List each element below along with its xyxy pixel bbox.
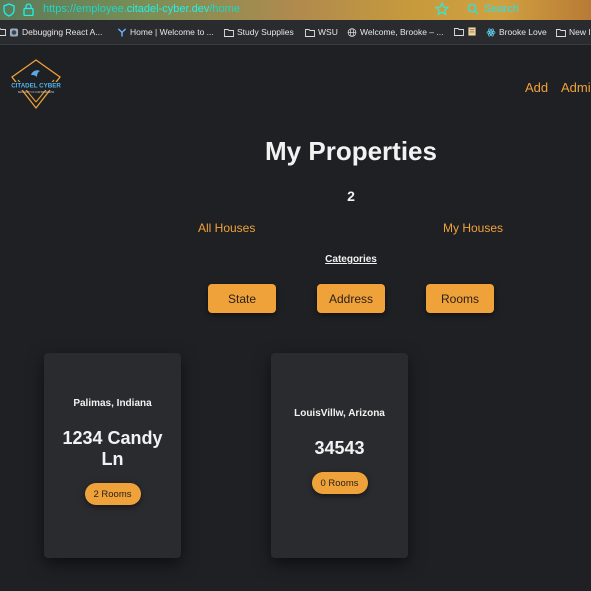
bookmark-label: WSU bbox=[318, 27, 338, 37]
y-logo-icon bbox=[117, 27, 127, 37]
url-path: /home bbox=[209, 3, 240, 15]
rooms-badge[interactable]: 2 Rooms bbox=[84, 483, 141, 505]
bookmark-debugging-react[interactable]: Debugging React A... bbox=[9, 27, 102, 37]
bookmark-home-welcome[interactable]: Home | Welcome to ... bbox=[117, 27, 214, 37]
globe-icon bbox=[347, 27, 357, 37]
bookmark-label: Brooke Love bbox=[499, 27, 547, 37]
nav-admin-link[interactable]: Admin bbox=[561, 80, 591, 95]
property-address: 1234 Candy Ln bbox=[62, 428, 163, 469]
bookmark-folder-unnamed[interactable] bbox=[454, 27, 480, 36]
url-field[interactable]: https://employee.citadel-cyber.dev/home bbox=[43, 3, 240, 15]
tab-all-houses[interactable]: All Houses bbox=[198, 221, 255, 235]
folder-icon bbox=[0, 28, 6, 36]
bookmark-label: New I bbox=[569, 27, 591, 37]
search-label[interactable]: Search bbox=[484, 3, 519, 15]
folder-icon bbox=[556, 28, 566, 37]
lock-icon[interactable] bbox=[23, 3, 34, 16]
tab-my-houses[interactable]: My Houses bbox=[443, 221, 503, 235]
rooms-badge[interactable]: 0 Rooms bbox=[311, 472, 368, 494]
bookmark-welcome-brooke[interactable]: Welcome, Brooke – ... bbox=[347, 27, 443, 37]
filter-state-button[interactable]: State bbox=[208, 284, 276, 313]
bookmark-label: Debugging React A... bbox=[22, 27, 103, 37]
bookmark-new[interactable]: New I bbox=[556, 27, 591, 37]
shield-icon[interactable] bbox=[3, 3, 15, 17]
browser-url-bar: https://employee.citadel-cyber.dev/home … bbox=[0, 0, 591, 20]
property-address: 34543 bbox=[314, 438, 365, 458]
search-icon[interactable] bbox=[467, 3, 479, 15]
property-count: 2 bbox=[347, 188, 355, 204]
nav-add-link[interactable]: Add bbox=[525, 80, 548, 95]
logo-tagline: SECURITY IS OUR BUSINESS bbox=[18, 90, 55, 94]
property-card[interactable]: LouisVillw, Arizona 34543 0 Rooms bbox=[271, 353, 408, 558]
notepad-icon bbox=[468, 27, 476, 36]
bookmark-brooke-love[interactable]: Brooke Love bbox=[486, 27, 547, 37]
folder-icon bbox=[224, 28, 234, 37]
page-title: My Properties bbox=[265, 136, 437, 166]
folder-icon bbox=[305, 28, 315, 37]
url-scheme: https:// bbox=[43, 3, 77, 15]
logo-text: CITADEL CYBER bbox=[11, 83, 61, 90]
filter-rooms-button[interactable]: Rooms bbox=[426, 284, 494, 313]
bookmark-label: Home | Welcome to ... bbox=[130, 27, 214, 37]
property-card[interactable]: Palimas, Indiana 1234 Candy Ln 2 Rooms bbox=[44, 353, 181, 558]
bookmarks-bar: Debugging React A... Home | Welcome to .… bbox=[0, 20, 591, 45]
folder-icon bbox=[454, 28, 464, 36]
bookmark-star-icon[interactable] bbox=[435, 2, 449, 16]
filter-address-button[interactable]: Address bbox=[317, 284, 385, 313]
bookmark-label: Study Supplies bbox=[237, 27, 294, 37]
react-icon bbox=[486, 28, 496, 36]
url-subdomain: employee. bbox=[76, 3, 127, 15]
property-location: LouisVillw, Arizona bbox=[294, 408, 385, 419]
bookmark-wsu[interactable]: WSU bbox=[305, 27, 338, 37]
bookmark-study-supplies[interactable]: Study Supplies bbox=[224, 27, 294, 37]
property-location: Palimas, Indiana bbox=[73, 398, 152, 409]
url-host: citadel-cyber.dev bbox=[126, 3, 210, 15]
bookmark-label: Welcome, Brooke – ... bbox=[360, 27, 444, 37]
citadel-cyber-logo[interactable]: CITADEL CYBER SECURITY IS OUR BUSINESS bbox=[10, 58, 62, 110]
categories-heading: Categories bbox=[325, 254, 377, 265]
site-icon bbox=[9, 27, 19, 37]
bookmark-folder-partial[interactable] bbox=[0, 27, 9, 36]
